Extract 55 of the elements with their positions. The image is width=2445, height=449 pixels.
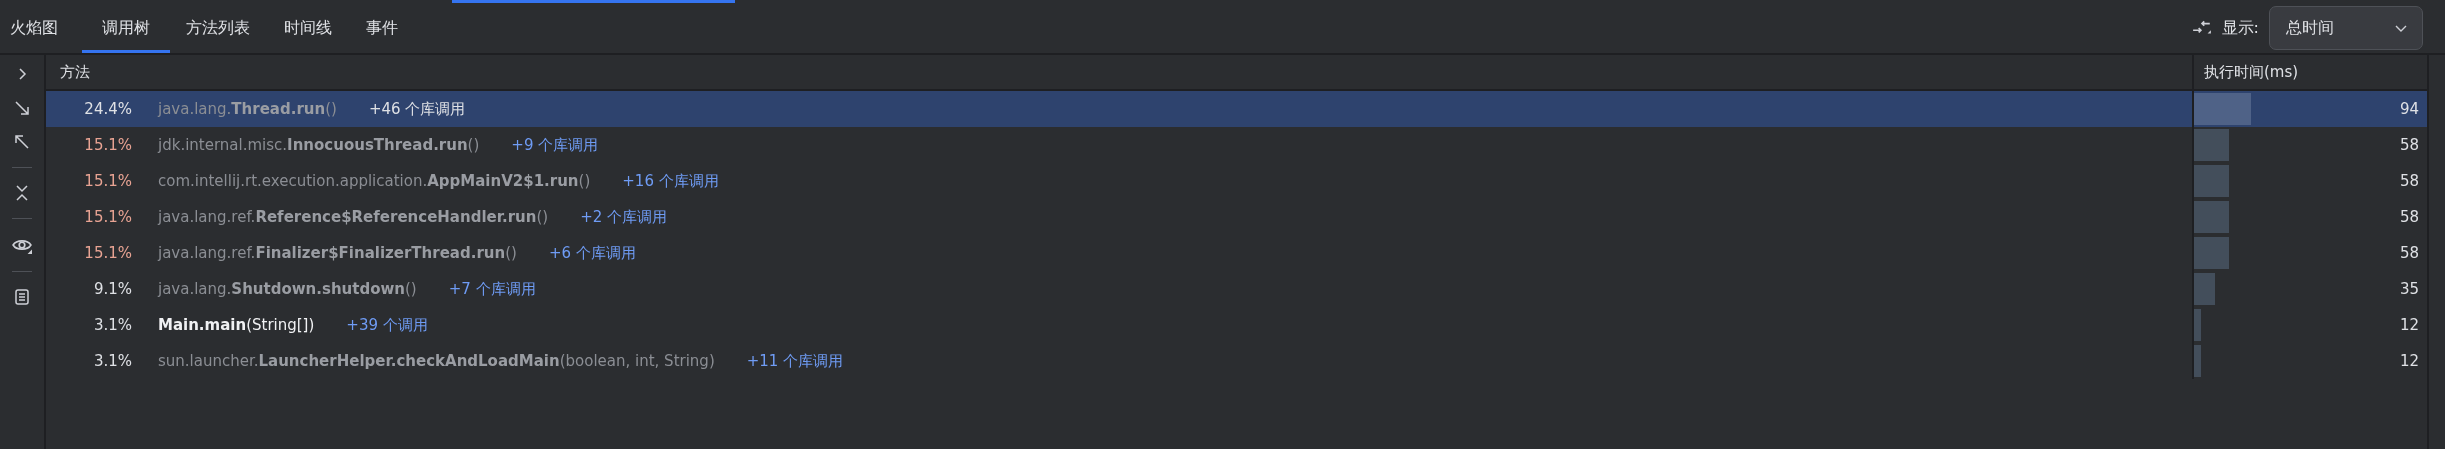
table-row[interactable]: 3.1% Main.main(String[]) +39 个调用 12 [46, 307, 2427, 343]
time-value: 35 [2399, 280, 2420, 298]
table-row[interactable]: 9.1% java.lang.Shutdown.shutdown() +7 个库调用 35 [46, 271, 2427, 307]
tab[interactable]: 时间线 [274, 3, 350, 53]
time-value: 58 [2399, 136, 2420, 154]
column-header[interactable]: 方法 [46, 62, 2192, 82]
percent-text: 9.1% [92, 280, 132, 298]
collapse-icon[interactable] [13, 184, 31, 202]
arrow-up-left-icon[interactable] [13, 133, 31, 151]
table-row[interactable]: 15.1% com.intellij.rt.execution.application.AppMainV2$1.run() +16 个库调用 58 [46, 163, 2427, 199]
table-row[interactable]: 15.1% jdk.internal.misc.InnocuousThread.run() +9 个库调用 58 [46, 127, 2427, 163]
method-signature: java.lang.Thread.run() [158, 100, 337, 118]
method-signature: java.lang.Shutdown.shutdown() [158, 280, 417, 298]
table-row[interactable]: 15.1% java.lang.ref.Reference$ReferenceHandler.run() +2 个库调用 58 [46, 199, 2427, 235]
time-value: 94 [2399, 100, 2420, 118]
method-signature: sun.launcher.LauncherHelper.checkAndLoadMain(boolean, int, String) [158, 352, 715, 370]
percent-text: 3.1% [92, 352, 132, 370]
tab[interactable]: 事件 [356, 3, 416, 53]
calls-link[interactable]: +16 个库调用 [622, 171, 719, 191]
column-header[interactable]: 执行时间(ms) [2192, 55, 2427, 89]
time-value: 58 [2399, 244, 2420, 262]
arrow-down-right-icon[interactable] [13, 99, 31, 117]
percent-text: 15.1% [83, 136, 132, 154]
method-signature: Main.main(String[]) [158, 316, 315, 334]
percent-text: 15.1% [83, 244, 132, 262]
scrollbar-thumb[interactable] [452, 0, 735, 3]
percent-text: 15.1% [83, 208, 132, 226]
tab[interactable]: 火焰图 [0, 3, 76, 53]
calls-link[interactable]: +39 个调用 [346, 315, 428, 335]
time-value: 12 [2399, 352, 2420, 370]
table-row[interactable]: 3.1% sun.launcher.LauncherHelper.checkAndLoadMain(boolean, int, String) +11 个库调用 12 [46, 343, 2427, 379]
calls-link[interactable]: +11 个库调用 [746, 351, 844, 371]
display-label: 显示: [2221, 17, 2259, 39]
percent-text: 24.4% [83, 100, 132, 118]
calls-link[interactable]: +2 个库调用 [580, 207, 668, 227]
calls-link[interactable]: +9 个库调用 [511, 135, 599, 155]
method-signature: java.lang.ref.Reference$ReferenceHandler.run() [158, 208, 549, 226]
calls-link[interactable]: +46 个库调用 [368, 99, 466, 119]
chevron-down-icon [2394, 23, 2408, 33]
tab[interactable]: 调用树 [82, 3, 170, 53]
method-signature: com.intellij.rt.execution.application.AppMainV2$1.run() [158, 172, 591, 190]
calls-link[interactable]: +6 个库调用 [548, 243, 636, 263]
method-signature: jdk.internal.misc.InnocuousThread.run() [158, 136, 480, 154]
time-value: 58 [2399, 208, 2420, 226]
table-row[interactable]: 15.1% java.lang.ref.Finalizer$FinalizerThread.run() +6 个库调用 58 [46, 235, 2427, 271]
time-value: 12 [2399, 316, 2420, 334]
calls-link[interactable]: +7 个库调用 [448, 279, 536, 299]
tab[interactable]: 方法列表 [176, 3, 268, 53]
percent-text: 3.1% [92, 316, 132, 334]
table-row[interactable]: 24.4% java.lang.Thread.run() +46 个库调用 94 [46, 91, 2427, 127]
display-dropdown[interactable]: 总时间 [2269, 6, 2423, 50]
percent-text: 15.1% [83, 172, 132, 190]
document-icon[interactable] [13, 288, 31, 306]
time-value: 58 [2399, 172, 2420, 190]
method-signature: java.lang.ref.Finalizer$FinalizerThread.run() [158, 244, 517, 262]
